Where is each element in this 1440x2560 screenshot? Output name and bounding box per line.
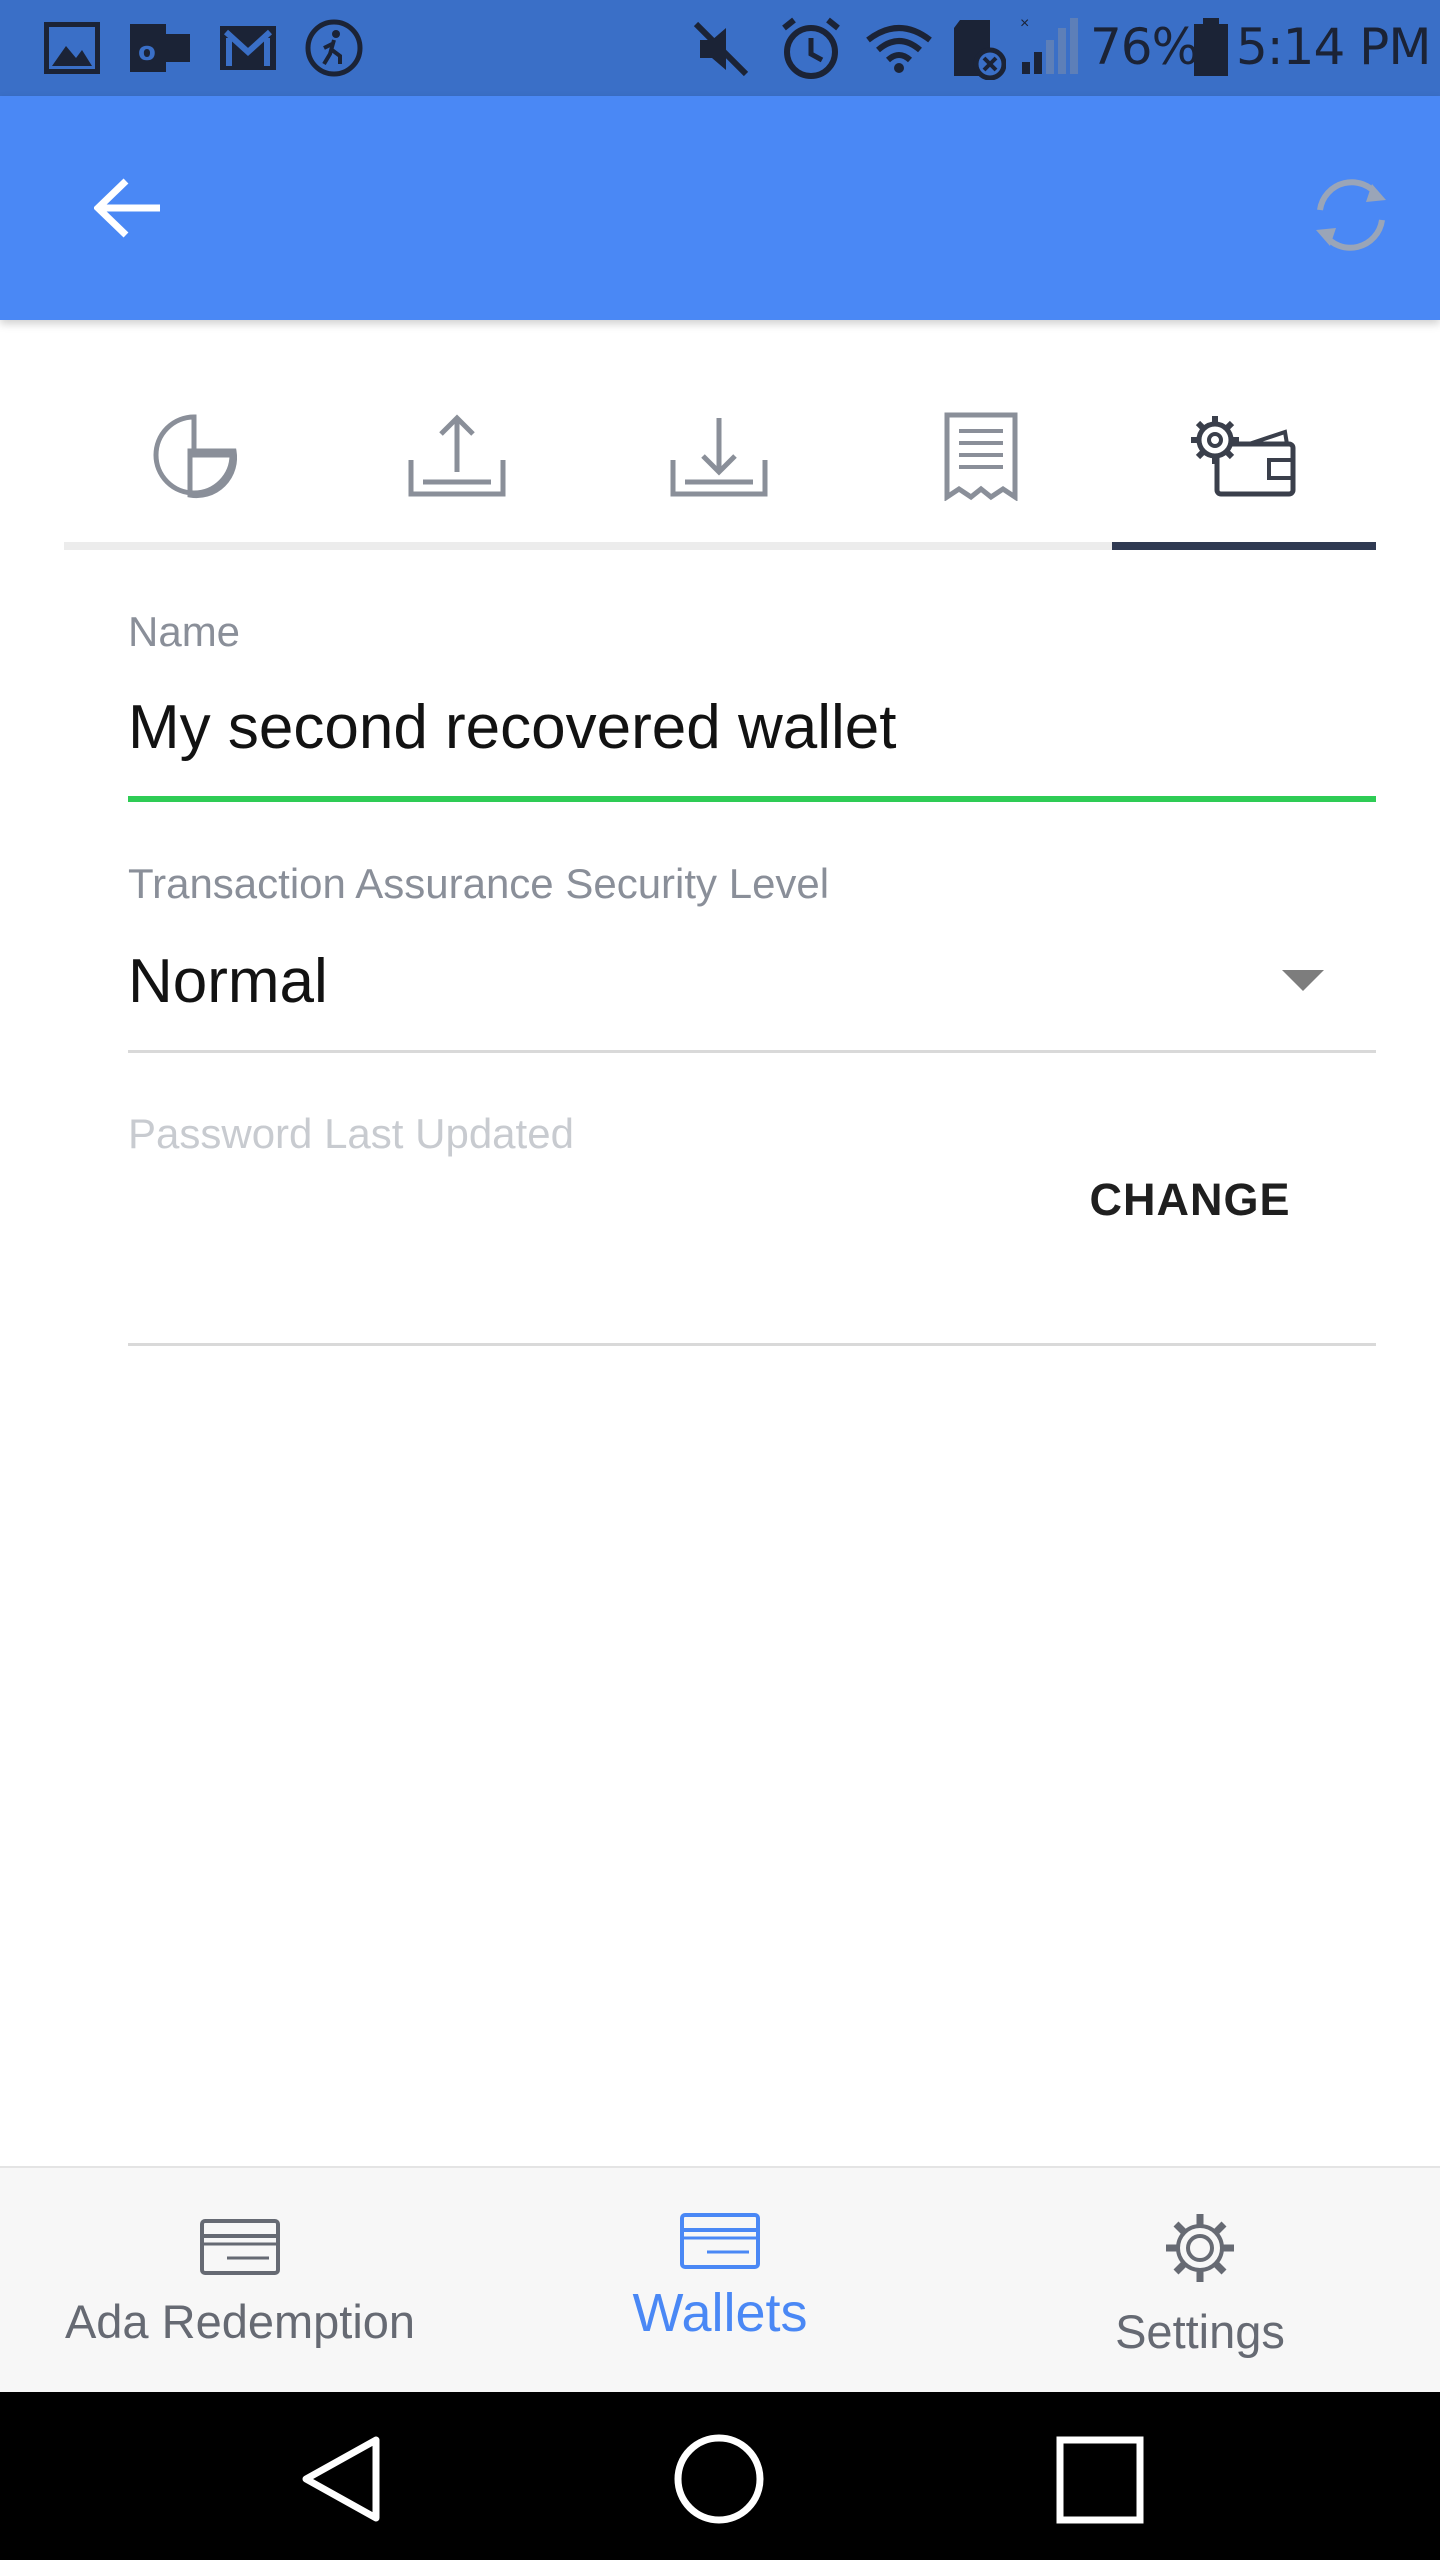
wallet-name-input[interactable]: My second recovered wallet	[128, 692, 896, 763]
gallery-icon	[44, 22, 100, 74]
app-bar	[0, 96, 1440, 320]
tab-summary[interactable]	[64, 360, 326, 552]
sd-card-icon	[954, 20, 1006, 80]
upload-icon	[408, 414, 506, 497]
recents-square-icon[interactable]	[1056, 2436, 1144, 2524]
clock: 5:14 PM	[1236, 18, 1431, 76]
gmail-icon	[220, 26, 276, 70]
status-bar: o × 76% 5:14 PM	[0, 0, 1440, 96]
home-circle-icon[interactable]	[672, 2432, 766, 2526]
back-triangle-icon[interactable]	[298, 2434, 382, 2524]
battery-percent: 76%	[1090, 18, 1199, 76]
nav-item-wallets[interactable]: Wallets	[520, 2168, 920, 2394]
assurance-label: Transaction Assurance Security Level	[128, 860, 830, 907]
signal-icon: ×	[1020, 15, 1078, 74]
name-underline	[128, 796, 1376, 802]
nav-label-wallets: Wallets	[632, 2283, 808, 2343]
assurance-level-select[interactable]: Normal	[128, 946, 328, 1017]
active-tab-indicator	[1112, 542, 1376, 550]
wallet-card-icon	[680, 2213, 760, 2269]
gear-icon	[1166, 2214, 1234, 2282]
download-icon	[670, 418, 768, 497]
battery-icon	[1194, 18, 1228, 76]
system-navigation-bar	[0, 2392, 1440, 2560]
nav-label-ada-redemption: Ada Redemption	[64, 2295, 416, 2348]
assurance-underline	[128, 1050, 1376, 1053]
pie-chart-icon	[153, 414, 238, 499]
card-icon	[200, 2219, 280, 2275]
tab-receive[interactable]	[588, 360, 850, 552]
change-password-button[interactable]: CHANGE	[1070, 1160, 1310, 1240]
receipt-icon	[944, 412, 1018, 501]
tab-send[interactable]	[326, 360, 588, 552]
fitness-icon	[305, 19, 363, 77]
svg-text:o: o	[138, 37, 156, 67]
tab-transactions[interactable]	[850, 360, 1112, 552]
sync-icon[interactable]	[1306, 170, 1396, 260]
nav-item-settings[interactable]: Settings	[1000, 2168, 1400, 2394]
mute-icon	[693, 21, 749, 77]
alarm-icon	[782, 17, 840, 79]
wallet-gear-icon	[1191, 416, 1296, 497]
wallet-tabs	[64, 360, 1376, 552]
password-label: Password Last Updated	[128, 1110, 574, 1157]
nav-item-ada-redemption[interactable]: Ada Redemption	[40, 2168, 440, 2394]
outlook-icon: o	[130, 24, 190, 72]
password-underline	[128, 1343, 1376, 1346]
bottom-navigation: Ada Redemption Wallets Settings	[0, 2166, 1440, 2392]
chevron-down-icon[interactable]	[1282, 970, 1324, 991]
wifi-icon	[866, 25, 932, 73]
svg-text:×: ×	[1020, 15, 1029, 32]
tab-divider	[64, 542, 1112, 550]
nav-label-settings: Settings	[1115, 2305, 1285, 2358]
tab-wallet-settings[interactable]	[1112, 360, 1376, 552]
name-label: Name	[128, 608, 241, 655]
arrow-left-icon[interactable]	[94, 178, 162, 238]
